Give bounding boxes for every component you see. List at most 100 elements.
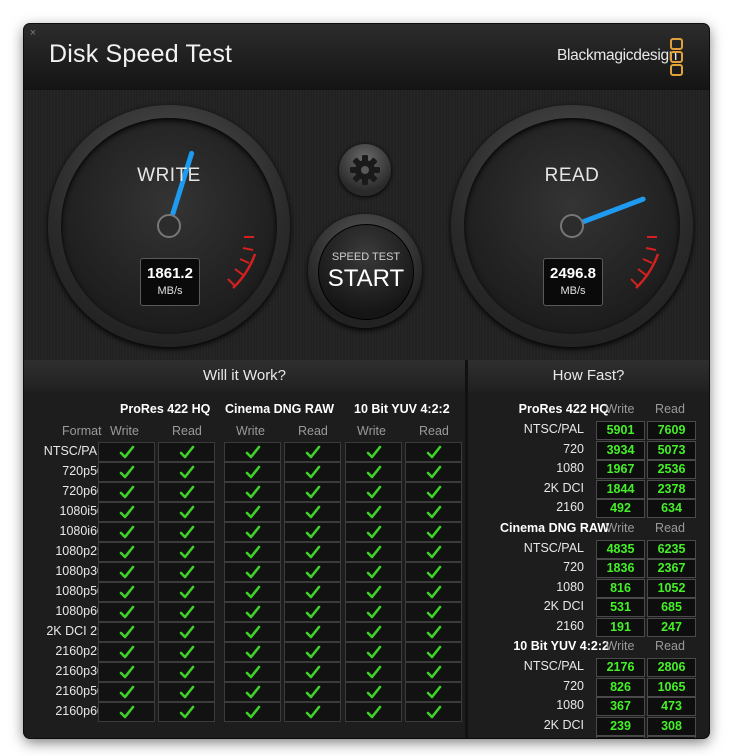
format-row-label: 2160p25 xyxy=(55,644,104,658)
write-speed-cell: 531 xyxy=(596,598,645,617)
checkmark-icon xyxy=(119,645,135,659)
checkmark-icon xyxy=(426,465,442,479)
compatibility-cell xyxy=(405,602,462,622)
compatibility-cell xyxy=(224,662,281,682)
compatibility-cell xyxy=(98,622,155,642)
compatibility-cell xyxy=(405,462,462,482)
compatibility-cell xyxy=(345,522,402,542)
compatibility-cell xyxy=(158,442,215,462)
compatibility-cell xyxy=(224,562,281,582)
column-group-header: Cinema DNG RAW xyxy=(225,402,335,416)
checkmark-icon xyxy=(245,645,261,659)
checkmark-icon xyxy=(305,685,321,699)
compatibility-cell xyxy=(224,622,281,642)
checkmark-icon xyxy=(179,505,195,519)
compatibility-cell xyxy=(224,442,281,462)
checkmark-icon xyxy=(179,665,195,679)
will-it-work-heading: Will it Work? xyxy=(24,360,465,392)
checkmark-icon xyxy=(119,485,135,499)
close-icon[interactable]: × xyxy=(28,28,38,39)
checkmark-icon xyxy=(245,665,261,679)
checkmark-icon xyxy=(366,545,382,559)
compatibility-cell xyxy=(98,542,155,562)
compatibility-cell xyxy=(345,542,402,562)
write-speed-cell: 2176 xyxy=(596,658,645,677)
read-gauge-label: READ xyxy=(544,165,600,186)
compatibility-cell xyxy=(224,642,281,662)
speed-row-label: 1080 xyxy=(556,579,584,594)
read-speed-readout: 2496.8 MB/s xyxy=(543,258,603,306)
compatibility-cell xyxy=(284,522,341,542)
checkmark-icon xyxy=(179,685,195,699)
speed-col-read: Read xyxy=(655,520,685,535)
write-speed-cell: 3934 xyxy=(596,440,645,460)
settings-button[interactable] xyxy=(339,144,391,196)
column-subheader: Read xyxy=(298,424,328,438)
checkmark-icon xyxy=(426,505,442,519)
checkmark-icon xyxy=(245,625,261,639)
checkmark-icon xyxy=(426,665,442,679)
checkmark-icon xyxy=(305,705,321,719)
checkmark-icon xyxy=(366,465,382,479)
read-speed-value: 2496.8 xyxy=(550,265,596,282)
column-group-header: 10 Bit YUV 4:2:2 xyxy=(354,402,450,416)
column-subheader: Read xyxy=(172,424,202,438)
checkmark-icon xyxy=(245,565,261,579)
checkmark-icon xyxy=(366,605,382,619)
checkmark-icon xyxy=(179,645,195,659)
compatibility-cell xyxy=(345,502,402,522)
format-row-label: 2160p60 xyxy=(55,704,104,718)
compatibility-cell xyxy=(158,702,215,722)
speed-row-label: 1080 xyxy=(556,698,584,712)
checkmark-icon xyxy=(305,445,321,459)
format-row-label: 1080p50 xyxy=(55,584,104,598)
compatibility-cell xyxy=(158,602,215,622)
compatibility-cell xyxy=(158,642,215,662)
read-speed-cell: 111 xyxy=(647,736,696,738)
checkmark-icon xyxy=(426,545,442,559)
checkmark-icon xyxy=(119,585,135,599)
start-button[interactable]: SPEED TEST START xyxy=(308,214,422,328)
checkmark-icon xyxy=(426,565,442,579)
read-speed-cell: 634 xyxy=(647,499,696,518)
compatibility-cell xyxy=(224,702,281,722)
compatibility-cell xyxy=(405,642,462,662)
speed-row-label: 2K DCI xyxy=(543,480,584,495)
compatibility-cell xyxy=(98,682,155,702)
read-speed-cell: 473 xyxy=(647,697,696,716)
compatibility-cell xyxy=(98,702,155,722)
start-button-subtitle: SPEED TEST xyxy=(331,251,401,263)
write-speed-cell: 816 xyxy=(596,578,645,598)
compatibility-cell xyxy=(405,482,462,502)
checkmark-icon xyxy=(119,605,135,619)
compatibility-cell xyxy=(224,482,281,502)
checkmark-icon xyxy=(179,625,195,639)
checkmark-icon xyxy=(366,485,382,499)
checkmark-icon xyxy=(366,505,382,519)
compatibility-cell xyxy=(98,582,155,602)
checkmark-icon xyxy=(179,565,195,579)
format-row-label: NTSC/PAL xyxy=(43,444,104,458)
compatibility-cell xyxy=(224,582,281,602)
write-speed-cell: 1967 xyxy=(596,460,645,479)
speed-row-label: 720 xyxy=(563,560,584,574)
compatibility-cell xyxy=(158,682,215,702)
checkmark-icon xyxy=(366,445,382,459)
compatibility-cell xyxy=(405,562,462,582)
speed-col-write: Write xyxy=(605,402,635,416)
checkmark-icon xyxy=(366,625,382,639)
checkmark-icon xyxy=(366,685,382,699)
column-subheader: Write xyxy=(357,424,386,438)
speed-row-label: 2160 xyxy=(468,737,584,738)
checkmark-icon xyxy=(426,625,442,639)
checkmark-icon xyxy=(119,505,135,519)
checkmark-icon xyxy=(179,525,195,539)
speed-row-label: NTSC/PAL xyxy=(523,659,584,673)
title-bar: × Disk Speed Test Blackmagicdesign xyxy=(24,24,709,91)
column-subheader: Write xyxy=(236,424,265,438)
write-gauge-label: WRITE xyxy=(137,165,201,186)
compatibility-cell xyxy=(98,482,155,502)
compatibility-cell xyxy=(158,462,215,482)
checkmark-icon xyxy=(305,585,321,599)
compatibility-cell xyxy=(158,522,215,542)
